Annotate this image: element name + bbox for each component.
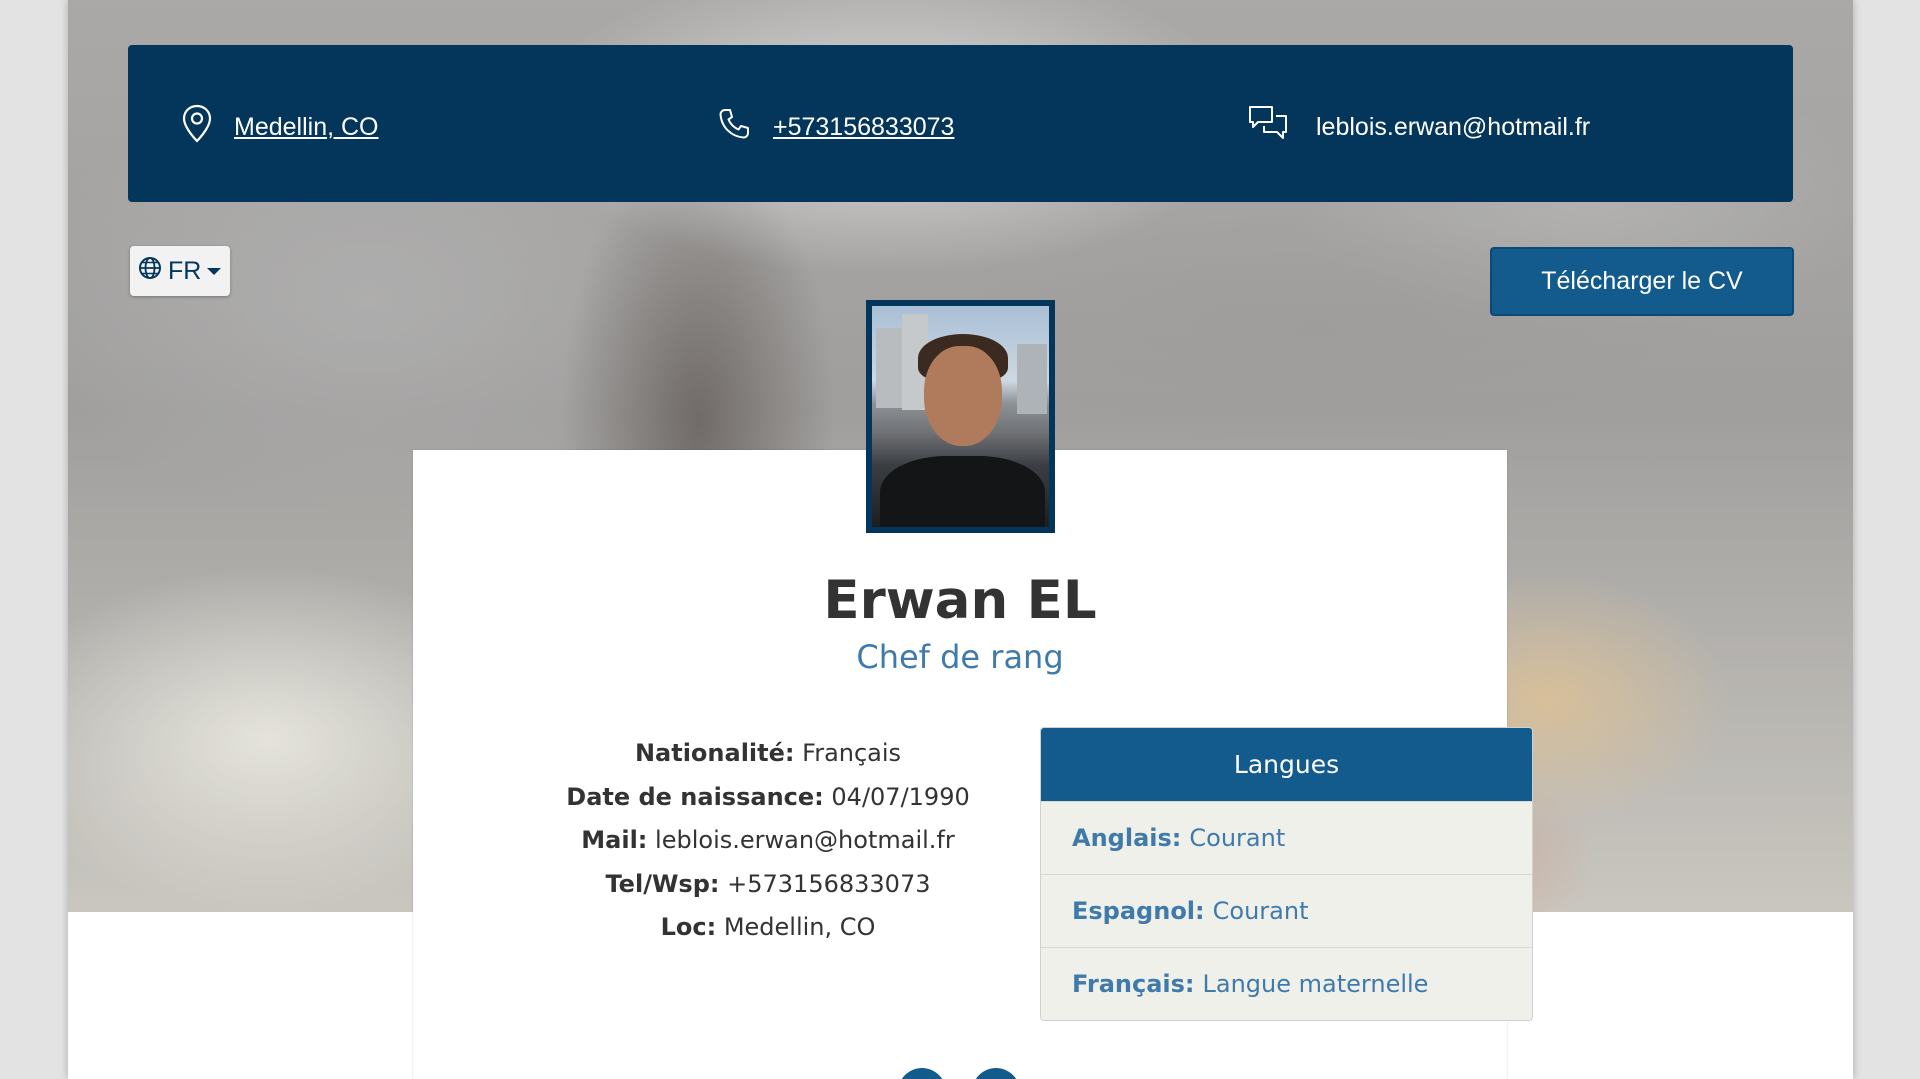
detail-phone: Tel/Wsp: +573156833073: [508, 863, 1028, 907]
language-item: Français: Langue maternelle: [1041, 947, 1532, 1020]
page: Medellin, CO +573156833073 leblois.erwan…: [68, 0, 1853, 1079]
chevron-down-icon: [207, 267, 222, 275]
detail-label: Mail:: [581, 826, 648, 854]
contact-bar: Medellin, CO +573156833073 leblois.erwan…: [128, 45, 1793, 202]
profile-role: Chef de rang: [856, 638, 1064, 676]
phone-link[interactable]: +573156833073: [773, 105, 954, 142]
languages-title: Langues: [1041, 728, 1532, 801]
detail-value: 04/07/1990: [831, 782, 970, 811]
language-switch-dropdown[interactable]: FR: [130, 246, 230, 296]
detail-mail: Mail: leblois.erwan@hotmail.fr: [508, 819, 1028, 863]
detail-label: Tel/Wsp:: [605, 869, 720, 898]
detail-value: Medellin, CO: [723, 913, 876, 941]
language-item: Anglais: Courant: [1041, 801, 1532, 874]
detail-value: Français: [802, 739, 902, 767]
contact-phone: +573156833073: [717, 45, 954, 202]
location-link[interactable]: Medellin, CO: [234, 105, 379, 142]
detail-label: Date de naissance:: [566, 782, 824, 811]
language-code: FR: [168, 256, 202, 285]
profile-photo: [866, 300, 1055, 533]
detail-label: Nationalité:: [634, 739, 795, 767]
email-text: leblois.erwan@hotmail.fr: [1316, 113, 1591, 141]
language-name: Espagnol:: [1072, 897, 1205, 925]
detail-value: +573156833073: [727, 869, 931, 898]
language-level: Courant: [1212, 897, 1309, 925]
contact-location: Medellin, CO: [182, 45, 379, 202]
map-pin-icon: [182, 104, 212, 144]
phone-icon: [717, 107, 751, 141]
language-name: Anglais:: [1072, 824, 1182, 852]
language-item: Espagnol: Courant: [1041, 874, 1532, 947]
language-name: Français:: [1072, 970, 1195, 998]
contact-email: leblois.erwan@hotmail.fr: [1248, 45, 1590, 202]
detail-label: Loc:: [660, 913, 717, 941]
personal-details: Nationalité: Français Date de naissance:…: [508, 732, 1028, 950]
detail-birthdate: Date de naissance: 04/07/1990: [508, 776, 1028, 820]
globe-icon: [138, 256, 162, 287]
language-level: Langue maternelle: [1202, 970, 1429, 998]
download-cv-button[interactable]: Télécharger le CV: [1490, 247, 1794, 316]
detail-value: leblois.erwan@hotmail.fr: [655, 826, 955, 854]
detail-location: Loc: Medellin, CO: [508, 906, 1028, 950]
languages-panel: Langues Anglais: Courant Espagnol: Coura…: [1040, 727, 1533, 1021]
detail-nationality: Nationalité: Français: [508, 732, 1028, 776]
language-level: Courant: [1189, 824, 1286, 852]
chat-icon: [1248, 104, 1288, 144]
profile-name: Erwan EL: [823, 570, 1097, 631]
